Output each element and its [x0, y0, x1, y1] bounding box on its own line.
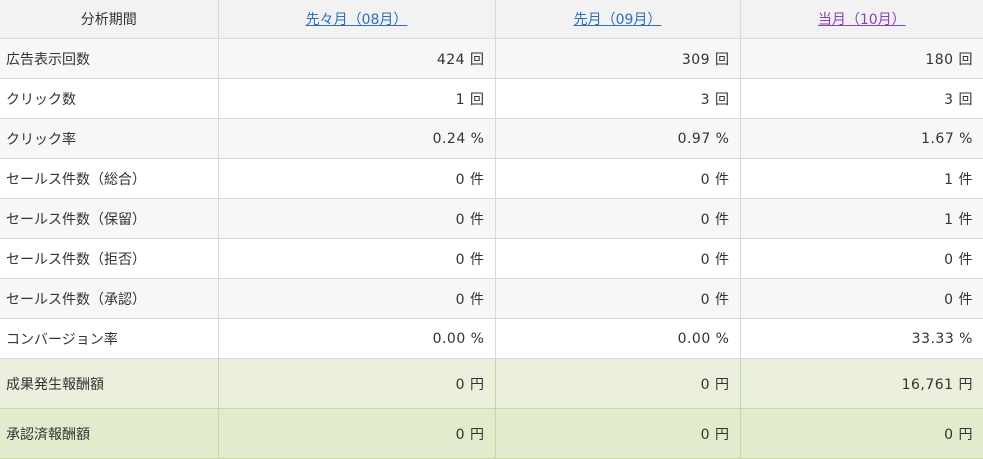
- period-link-2-months-ago[interactable]: 先々月（08月）: [306, 12, 408, 28]
- cell-value: 0 件: [494, 238, 741, 279]
- cell-value: 0 円: [494, 358, 741, 409]
- cell-value: 0 件: [217, 238, 496, 279]
- row-label: 承認済報酬額: [0, 408, 219, 459]
- table-row-sales-pending: セールス件数（保留） 0 件 0 件 1 件: [0, 198, 983, 239]
- cell-value: 1 件: [739, 198, 983, 239]
- row-label: セールス件数（保留）: [0, 198, 219, 239]
- table-row-impressions: 広告表示回数 424 回 309 回 180 回: [0, 38, 983, 79]
- cell-value: 0 円: [217, 358, 496, 409]
- cell-value: 0 件: [217, 198, 496, 239]
- period-header-2-months-ago: 先々月（08月）: [217, 0, 496, 39]
- row-label: セールス件数（総合）: [0, 158, 219, 199]
- header-row: 分析期間 先々月（08月） 先月（09月） 当月（10月）: [0, 0, 983, 39]
- cell-value: 1.67 %: [739, 118, 983, 159]
- period-link-last-month[interactable]: 先月（09月）: [574, 12, 662, 28]
- cell-value: 0 円: [494, 408, 741, 459]
- cell-value: 1 件: [739, 158, 983, 199]
- table-row-click-rate: クリック率 0.24 % 0.97 % 1.67 %: [0, 118, 983, 159]
- table-row-conversion-rate: コンバージョン率 0.00 % 0.00 % 33.33 %: [0, 318, 983, 359]
- table-row-sales-rejected: セールス件数（拒否） 0 件 0 件 0 件: [0, 238, 983, 279]
- row-label: クリック率: [0, 118, 219, 159]
- cell-value: 1 回: [217, 78, 496, 119]
- row-label: セールス件数（承認）: [0, 278, 219, 319]
- analysis-table: 分析期間 先々月（08月） 先月（09月） 当月（10月） 広告表示回数 424…: [0, 0, 983, 459]
- cell-value: 0.97 %: [494, 118, 741, 159]
- cell-value: 0 件: [494, 278, 741, 319]
- cell-value: 0 円: [217, 408, 496, 459]
- cell-value: 0 件: [494, 158, 741, 199]
- cell-value: 3 回: [739, 78, 983, 119]
- table-row-sales-approved: セールス件数（承認） 0 件 0 件 0 件: [0, 278, 983, 319]
- cell-value: 0.00 %: [494, 318, 741, 359]
- period-column-header: 分析期間: [0, 0, 219, 39]
- table-row-clicks: クリック数 1 回 3 回 3 回: [0, 78, 983, 119]
- cell-value: 0 円: [739, 408, 983, 459]
- cell-value: 0 件: [217, 158, 496, 199]
- cell-value: 0 件: [494, 198, 741, 239]
- cell-value: 309 回: [494, 38, 741, 79]
- row-label: クリック数: [0, 78, 219, 119]
- row-label: 成果発生報酬額: [0, 358, 219, 409]
- period-header-this-month: 当月（10月）: [739, 0, 983, 39]
- cell-value: 424 回: [217, 38, 496, 79]
- row-label: 広告表示回数: [0, 38, 219, 79]
- cell-value: 0 件: [739, 238, 983, 279]
- cell-value: 0.00 %: [217, 318, 496, 359]
- cell-value: 33.33 %: [739, 318, 983, 359]
- cell-value: 0 件: [217, 278, 496, 319]
- row-label: セールス件数（拒否）: [0, 238, 219, 279]
- table-row-reward-approved: 承認済報酬額 0 円 0 円 0 円: [0, 408, 983, 459]
- cell-value: 16,761 円: [739, 358, 983, 409]
- cell-value: 0 件: [739, 278, 983, 319]
- row-label: コンバージョン率: [0, 318, 219, 359]
- cell-value: 180 回: [739, 38, 983, 79]
- cell-value: 0.24 %: [217, 118, 496, 159]
- table-row-reward-generated: 成果発生報酬額 0 円 0 円 16,761 円: [0, 358, 983, 409]
- cell-value: 3 回: [494, 78, 741, 119]
- period-header-last-month: 先月（09月）: [494, 0, 741, 39]
- period-link-this-month[interactable]: 当月（10月）: [818, 12, 906, 28]
- table-row-sales-total: セールス件数（総合） 0 件 0 件 1 件: [0, 158, 983, 199]
